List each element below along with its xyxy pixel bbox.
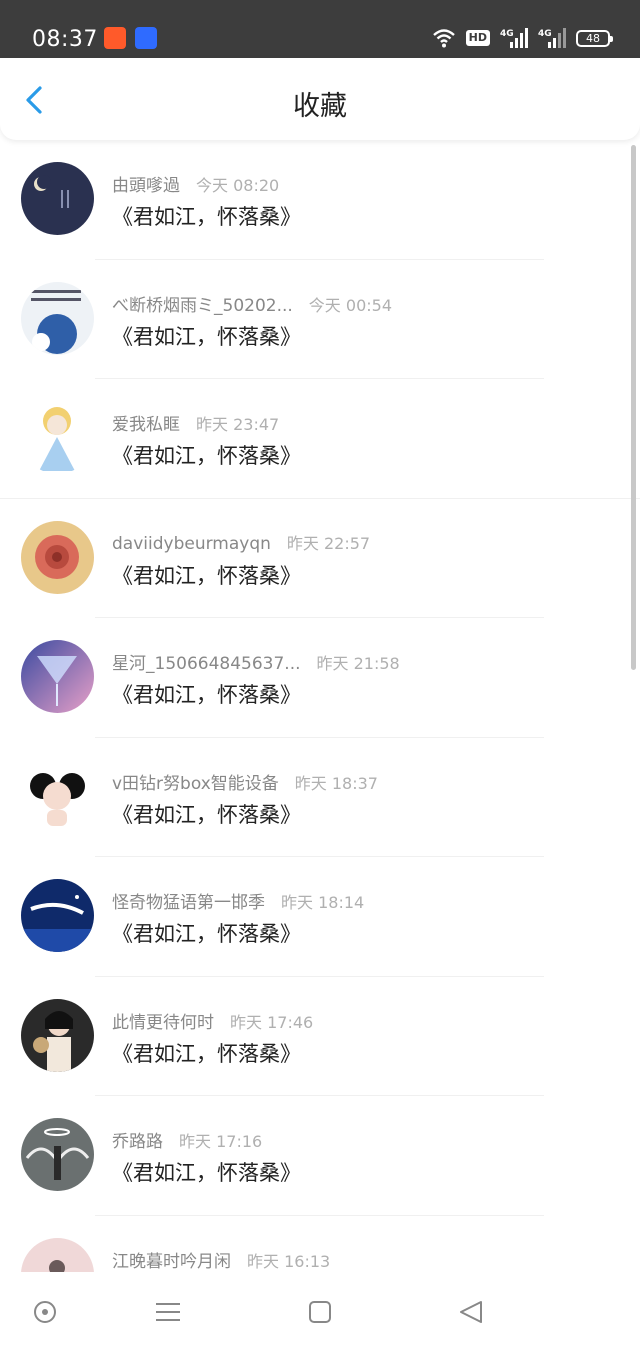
svg-text:4G: 4G bbox=[500, 29, 514, 39]
timestamp: 昨天 21:58 bbox=[316, 654, 400, 673]
favorites-list: 由頭嗲過 今天 08:20 《君如江，怀落桑》 べ断桥烟雨ミ_50202... 今天… bbox=[0, 140, 640, 1272]
home-button[interactable] bbox=[306, 1298, 334, 1326]
menu-icon bbox=[156, 1303, 180, 1321]
signal-4g-icon: 4G bbox=[500, 28, 528, 48]
message-text: 《君如江，怀落桑》 bbox=[112, 563, 301, 588]
list-item[interactable]: 由頭嗲過 今天 08:20 《君如江，怀落桑》 bbox=[0, 140, 640, 260]
back-nav-button[interactable] bbox=[457, 1298, 485, 1326]
list-item[interactable]: daviidybeurmayqn 昨天 22:57 《君如江，怀落桑》 bbox=[0, 499, 640, 618]
avatar[interactable] bbox=[21, 1237, 94, 1272]
timestamp: 今天 08:20 bbox=[196, 176, 280, 195]
timestamp: 今天 00:54 bbox=[308, 295, 392, 315]
sender-name: 由頭嗲過 bbox=[112, 176, 180, 196]
list-item[interactable]: 乔路路 昨天 17:16 《君如江，怀落桑》 bbox=[0, 1096, 640, 1216]
avatar[interactable] bbox=[21, 281, 94, 355]
message-text: 《君如江，怀落桑》 bbox=[112, 922, 301, 946]
hd-badge: HD bbox=[465, 30, 490, 46]
sender-name: 怪奇物猛语第一邯季 bbox=[112, 893, 265, 913]
sender-name: べ断桥烟雨ミ_50202... bbox=[112, 295, 293, 316]
sender-name: 星河_150664845637... bbox=[112, 654, 301, 674]
assistant-icon bbox=[34, 1301, 56, 1323]
sender-name: daviidybeurmayqn bbox=[112, 533, 271, 554]
avatar[interactable] bbox=[21, 998, 94, 1072]
list-item[interactable]: 星河_150664845637... 昨天 21:58 《君如江，怀落桑》 bbox=[0, 618, 640, 738]
wifi-icon bbox=[432, 29, 455, 48]
sender-name: 爱我私眶 bbox=[112, 415, 180, 435]
message-text: 《君如江，怀落桑》 bbox=[112, 802, 301, 827]
sender-name: 江晚暮时吟月闲 bbox=[112, 1251, 231, 1272]
timestamp: 昨天 17:16 bbox=[179, 1132, 263, 1151]
avatar[interactable] bbox=[21, 520, 94, 594]
timestamp: 昨天 18:14 bbox=[281, 893, 365, 912]
list-item[interactable]: 江晚暮时吟月闲 昨天 16:13 bbox=[0, 1216, 640, 1272]
sender-name: v田钻r努box智能设备 bbox=[112, 773, 279, 794]
timestamp: 昨天 17:46 bbox=[230, 1012, 314, 1032]
message-text: 《君如江，怀落桑》 bbox=[112, 205, 301, 229]
status-time: 08:37 bbox=[32, 27, 98, 52]
list-item[interactable]: v田钻r努box智能设备 昨天 18:37 《君如江，怀落桑》 bbox=[0, 738, 640, 857]
kuaishou-app-icon bbox=[104, 27, 126, 49]
menu-button[interactable] bbox=[154, 1298, 182, 1326]
message-text: 《君如江，怀落桑》 bbox=[112, 444, 301, 468]
message-text: 《君如江，怀落桑》 bbox=[112, 324, 301, 349]
avatar[interactable] bbox=[21, 401, 94, 474]
battery-icon: 48 bbox=[576, 29, 613, 47]
avatar[interactable] bbox=[21, 879, 94, 952]
signal-4g-icon-2: 4G bbox=[538, 28, 566, 48]
home-square-icon bbox=[309, 1301, 331, 1323]
assistant-button[interactable] bbox=[31, 1298, 59, 1326]
page-title: 收藏 bbox=[293, 91, 347, 122]
baidu-app-icon bbox=[135, 27, 157, 49]
header: 收藏 bbox=[0, 58, 640, 140]
timestamp: 昨天 18:37 bbox=[294, 773, 378, 793]
avatar[interactable] bbox=[21, 162, 94, 235]
avatar[interactable] bbox=[21, 1118, 94, 1191]
message-text: 《君如江，怀落桑》 bbox=[112, 1161, 301, 1185]
scrollbar[interactable] bbox=[631, 145, 636, 670]
list-item[interactable]: べ断桥烟雨ミ_50202... 今天 00:54 《君如江，怀落桑》 bbox=[0, 260, 640, 379]
message-text: 《君如江，怀落桑》 bbox=[112, 1041, 301, 1066]
status-bar: 08:37 HD 4G 4G 48 bbox=[0, 0, 640, 58]
sender-name: 乔路路 bbox=[112, 1132, 163, 1152]
list-item[interactable]: 爱我私眶 昨天 23:47 《君如江，怀落桑》 bbox=[0, 379, 640, 499]
timestamp: 昨天 22:57 bbox=[286, 533, 371, 553]
sender-name: 此情更待何时 bbox=[112, 1012, 214, 1033]
svg-text:4G: 4G bbox=[538, 29, 552, 39]
list-item[interactable]: 此情更待何时 昨天 17:46 《君如江，怀落桑》 bbox=[0, 977, 640, 1096]
system-nav-bar bbox=[0, 1272, 640, 1351]
timestamp: 昨天 23:47 bbox=[196, 415, 280, 434]
avatar[interactable] bbox=[21, 640, 94, 713]
timestamp: 昨天 16:13 bbox=[247, 1251, 331, 1271]
back-triangle-icon bbox=[460, 1301, 482, 1323]
list-item[interactable]: 怪奇物猛语第一邯季 昨天 18:14 《君如江，怀落桑》 bbox=[0, 857, 640, 977]
message-text: 《君如江，怀落桑》 bbox=[112, 683, 301, 707]
avatar[interactable] bbox=[21, 759, 94, 833]
